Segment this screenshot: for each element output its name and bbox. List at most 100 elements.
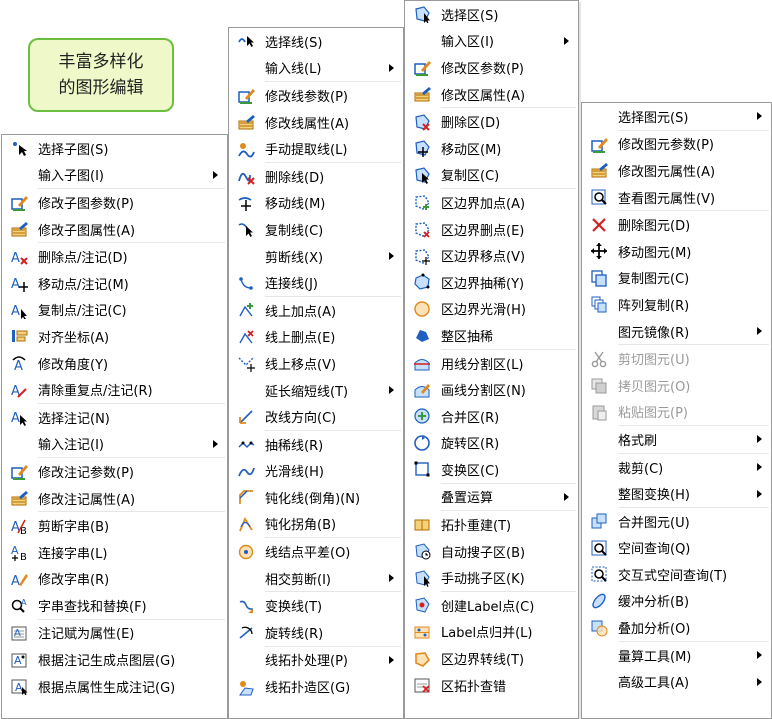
area-item-2[interactable]: 修改区参数(P) — [405, 54, 578, 81]
element-item-8[interactable]: 图元镜像(R) — [582, 318, 771, 345]
line-item-11[interactable]: 线上删点(E) — [229, 324, 403, 351]
icon-slot — [588, 107, 610, 125]
element-item-12[interactable]: 格式刷 — [582, 426, 771, 453]
line-item-22[interactable]: 旋转线(R) — [229, 619, 403, 646]
line-item-13[interactable]: 延长缩短线(T) — [229, 377, 403, 404]
element-item-4[interactable]: 删除图元(D) — [582, 211, 771, 238]
point-note-item-12[interactable]: 修改注记参数(P) — [2, 458, 227, 485]
point-note-item-16[interactable]: A 修改字串(R) — [2, 566, 227, 593]
element-item-14[interactable]: 整图变换(H) — [582, 480, 771, 507]
line-item-23[interactable]: 线拓扑处理(P) — [229, 647, 403, 674]
point-note-item-4[interactable]: A 删除点/注记(D) — [2, 243, 227, 270]
element-item-7[interactable]: 阵列复制(R) — [582, 291, 771, 318]
line-item-24[interactable]: 线拓扑造区(G) — [229, 673, 403, 700]
element-item-21[interactable]: 高级工具(A) — [582, 668, 771, 695]
area-item-5[interactable]: 移动区(M) — [405, 135, 578, 162]
point-note-item-0[interactable]: 选择子图(S) — [2, 135, 227, 162]
area-item-15[interactable]: 合并区(R) — [405, 403, 578, 430]
area-item-4[interactable]: 删除区(D) — [405, 108, 578, 135]
area-item-13[interactable]: 用线分割区(L) — [405, 350, 578, 377]
point-note-item-9[interactable]: A 清除重复点/注记(R) — [2, 376, 227, 403]
area-item-12[interactable]: 整区抽稀 — [405, 322, 578, 349]
line-item-15[interactable]: 抽稀线(R) — [229, 431, 403, 458]
element-item-5[interactable]: 移动图元(M) — [582, 238, 771, 265]
area-item-25[interactable]: 区拓扑查错 — [405, 672, 578, 699]
area-item-0[interactable]: 选择区(S) — [405, 1, 578, 28]
element-item-1[interactable]: 修改图元参数(P) — [582, 131, 771, 158]
point-note-item-14[interactable]: A B 剪断字串(B) — [2, 512, 227, 539]
line-item-5[interactable]: 删除线(D) — [229, 163, 403, 190]
point-note-item-17[interactable]: A 字串查找和替换(F) — [2, 592, 227, 619]
point-note-item-13[interactable]: 修改注记属性(A) — [2, 485, 227, 512]
line-item-4[interactable]: 手动提取线(L) — [229, 135, 403, 162]
element-item-6[interactable]: 复制图元(C) — [582, 265, 771, 292]
point-note-item-2[interactable]: 修改子图参数(P) — [2, 189, 227, 216]
area-item-6[interactable]: 复制区(C) — [405, 162, 578, 189]
menu-item-label: 输入子图(I) — [38, 169, 104, 185]
point-note-item-1[interactable]: 输入子图(I) — [2, 162, 227, 189]
point-note-item-6[interactable]: A 复制点/注记(C) — [2, 297, 227, 324]
menu-item-label: 变换线(T) — [265, 600, 323, 616]
line-item-6[interactable]: 移动线(M) — [229, 190, 403, 217]
line-item-9[interactable]: 连接线(J) — [229, 269, 403, 296]
element-item-20[interactable]: 量算工具(M) — [582, 642, 771, 669]
area-item-8[interactable]: 区边界删点(E) — [405, 216, 578, 243]
area-item-20[interactable]: 自动搜子区(B) — [405, 538, 578, 565]
point-note-item-20[interactable]: A 根据点属性生成注记(G) — [2, 673, 227, 700]
element-item-18[interactable]: 缓冲分析(B) — [582, 588, 771, 615]
point-note-item-10[interactable]: A 选择注记(N) — [2, 404, 227, 431]
line-item-19[interactable]: 线结点平差(O) — [229, 538, 403, 565]
area-item-16[interactable]: 旋转区(R) — [405, 430, 578, 457]
line-item-0[interactable]: 选择线(S) — [229, 28, 403, 55]
element-item-17[interactable]: 交互式空间查询(T) — [582, 561, 771, 588]
line-item-3[interactable]: 修改线属性(A) — [229, 109, 403, 136]
point-note-item-5[interactable]: A 移动点/注记(M) — [2, 270, 227, 297]
line-item-18[interactable]: 钝化拐角(B) — [229, 511, 403, 538]
area-item-17[interactable]: 变换区(C) — [405, 456, 578, 483]
area-item-21[interactable]: 手动挑子区(K) — [405, 564, 578, 591]
area-item-10[interactable]: 区边界抽稀(Y) — [405, 269, 578, 296]
line-item-2[interactable]: 修改线参数(P) — [229, 82, 403, 109]
line-item-12[interactable]: 线上移点(V) — [229, 350, 403, 377]
element-item-0[interactable]: 选择图元(S) — [582, 103, 771, 130]
line-item-7[interactable]: 复制线(C) — [229, 216, 403, 243]
point-note-item-15[interactable]: A B 连接字串(L) — [2, 539, 227, 566]
point-note-item-8[interactable]: A 修改角度(Y) — [2, 350, 227, 377]
area-item-22[interactable]: 创建Label点(C) — [405, 592, 578, 619]
line-item-8[interactable]: 剪断线(X) — [229, 243, 403, 270]
line-item-20[interactable]: 相交剪断(I) — [229, 565, 403, 592]
extract-line-icon — [235, 140, 257, 158]
area-item-18[interactable]: 叠置运算 — [405, 484, 578, 511]
edit-attr-icon — [588, 161, 610, 179]
point-note-item-11[interactable]: 输入注记(I) — [2, 431, 227, 458]
area-item-14[interactable]: 画线分割区(N) — [405, 376, 578, 403]
area-item-1[interactable]: 输入区(I) — [405, 28, 578, 55]
element-item-15[interactable]: 合并图元(U) — [582, 508, 771, 535]
line-item-14[interactable]: 改线方向(C) — [229, 403, 403, 430]
element-item-2[interactable]: 修改图元属性(A) — [582, 157, 771, 184]
element-item-13[interactable]: 裁剪(C) — [582, 454, 771, 481]
area-item-24[interactable]: 区边界转线(T) — [405, 645, 578, 672]
line-item-21[interactable]: 变换线(T) — [229, 592, 403, 619]
point-note-item-7[interactable]: 对齐坐标(A) — [2, 323, 227, 350]
smooth-icon — [235, 462, 257, 480]
line-item-16[interactable]: 光滑线(H) — [229, 458, 403, 485]
line-item-10[interactable]: 线上加点(A) — [229, 297, 403, 324]
point-note-item-18[interactable]: A 注记赋为属性(E) — [2, 620, 227, 647]
line-item-1[interactable]: 输入线(L) — [229, 55, 403, 82]
line-item-17[interactable]: 钝化线(倒角)(N) — [229, 484, 403, 511]
area-item-11[interactable]: 区边界光滑(H) — [405, 296, 578, 323]
area-item-7[interactable]: 区边界加点(A) — [405, 189, 578, 216]
area-item-23[interactable]: Label点归并(L) — [405, 619, 578, 646]
submenu-arrow-icon — [389, 252, 394, 261]
element-item-16[interactable]: 空间查询(Q) — [582, 535, 771, 562]
area-item-9[interactable]: 区边界移点(V) — [405, 242, 578, 269]
area-item-19[interactable]: 拓扑重建(T) — [405, 511, 578, 538]
area-item-3[interactable]: 修改区属性(A) — [405, 81, 578, 108]
add-vertex-icon — [235, 301, 257, 319]
point-note-item-3[interactable]: 修改子图属性(A) — [2, 216, 227, 243]
element-item-19[interactable]: 叠加分析(O) — [582, 614, 771, 641]
element-item-3[interactable]: 查看图元属性(V) — [582, 184, 771, 211]
element-menu: 选择图元(S) 修改图元参数(P) 修改图元属性(A) 查看图元属性(V) 删除图元(D… — [581, 102, 772, 719]
point-note-item-19[interactable]: A 根据注记生成点图层(G) — [2, 646, 227, 673]
